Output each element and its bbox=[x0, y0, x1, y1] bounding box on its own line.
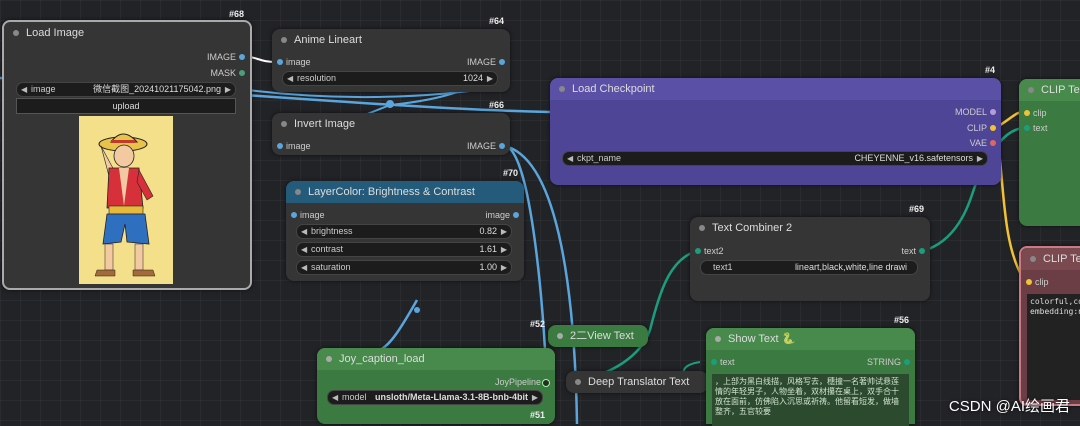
upload-button[interactable]: upload bbox=[16, 98, 236, 114]
load-image-node[interactable]: #68 Load Image IMAGE MASK ◀ image 微信截图_2… bbox=[2, 9, 252, 290]
model-select[interactable]: ◀ model unsloth/Meta-Llama-3.1-8B-bnb-4b… bbox=[327, 390, 543, 405]
node-title[interactable]: Load Checkpoint bbox=[550, 78, 1001, 100]
joy-caption-load-node[interactable]: Joy_caption_load JoyPipeline ◀ model uns… bbox=[317, 348, 555, 424]
output-image[interactable]: image bbox=[485, 210, 519, 220]
input-text2[interactable]: text2 bbox=[695, 246, 724, 256]
node-title[interactable]: Load Image bbox=[4, 22, 250, 44]
output-text[interactable]: text bbox=[901, 246, 925, 256]
arrow-left-icon[interactable]: ◀ bbox=[21, 83, 27, 96]
input-clip[interactable]: clip bbox=[1024, 108, 1047, 118]
collapse-dot-icon[interactable] bbox=[1030, 256, 1036, 262]
collapse-dot-icon[interactable] bbox=[13, 30, 19, 36]
collapse-dot-icon[interactable] bbox=[575, 379, 581, 385]
node-title[interactable]: Joy_caption_load bbox=[317, 348, 555, 370]
node-id: #64 bbox=[488, 16, 504, 26]
input-image[interactable]: image bbox=[291, 210, 325, 220]
output-vae[interactable]: VAE bbox=[970, 138, 996, 148]
arrow-right-icon[interactable]: ▶ bbox=[501, 225, 507, 238]
node-title[interactable]: Anime Lineart bbox=[272, 29, 510, 51]
collapse-dot-icon[interactable] bbox=[557, 333, 563, 339]
contrast-widget[interactable]: ◀ contrast 1.61 ▶ bbox=[296, 242, 512, 257]
collapse-dot-icon[interactable] bbox=[281, 37, 287, 43]
arrow-left-icon[interactable]: ◀ bbox=[301, 225, 307, 238]
output-clip[interactable]: CLIP bbox=[967, 123, 996, 133]
collapse-dot-icon[interactable] bbox=[699, 225, 705, 231]
node-title[interactable]: Show Text 🐍 bbox=[706, 328, 915, 350]
output-image[interactable]: IMAGE bbox=[467, 141, 505, 151]
collapse-dot-icon[interactable] bbox=[1028, 87, 1034, 93]
arrow-right-icon[interactable]: ▶ bbox=[501, 261, 507, 274]
output-joypipeline[interactable]: JoyPipeline bbox=[495, 377, 550, 387]
image-select[interactable]: ◀ image 微信截图_20241021175042.png ▶ bbox=[16, 82, 236, 97]
node-title[interactable]: CLIP Te bbox=[1019, 79, 1080, 101]
node-title[interactable]: LayerColor: Brightness & Contrast bbox=[286, 181, 524, 203]
node-title[interactable]: Text Combiner 2 bbox=[690, 217, 930, 239]
image-preview bbox=[79, 116, 173, 284]
input-image[interactable]: image bbox=[277, 141, 311, 151]
prompt-textarea[interactable]: colorful,co embedding:n bbox=[1027, 294, 1080, 400]
arrow-left-icon[interactable]: ◀ bbox=[567, 152, 573, 165]
saturation-widget[interactable]: ◀ saturation 1.00 ▶ bbox=[296, 260, 512, 275]
arrow-right-icon[interactable]: ▶ bbox=[532, 391, 538, 404]
node-id: #66 bbox=[488, 100, 504, 110]
output-mask[interactable]: MASK bbox=[210, 68, 245, 78]
collapse-dot-icon[interactable] bbox=[295, 189, 301, 195]
output-model[interactable]: MODEL bbox=[955, 107, 996, 117]
input-image[interactable]: image bbox=[277, 57, 311, 67]
layer-color-node[interactable]: #70 LayerColor: Brightness & Contrast im… bbox=[286, 168, 524, 281]
collapse-dot-icon[interactable] bbox=[559, 86, 565, 92]
ckpt-name-select[interactable]: ◀ ckpt_name CHEYENNE_v16.safetensors ▶ bbox=[562, 151, 988, 166]
collapse-dot-icon[interactable] bbox=[715, 336, 721, 342]
output-image[interactable]: IMAGE bbox=[467, 57, 505, 67]
show-text-node[interactable]: #56 Show Text 🐍 text STRING ，上部为黑白线描，风格写… bbox=[706, 315, 915, 426]
input-clip[interactable]: clip bbox=[1026, 277, 1049, 287]
node-id: #68 bbox=[228, 9, 244, 19]
load-checkpoint-node[interactable]: #4 Load Checkpoint MODEL CLIP VAE ◀ ckpt… bbox=[550, 65, 1001, 185]
text1-field[interactable]: text1 lineart,black,white,line drawi bbox=[700, 260, 918, 275]
arrow-right-icon[interactable]: ▶ bbox=[225, 83, 231, 96]
output-string[interactable]: STRING bbox=[867, 357, 910, 367]
output-image[interactable]: IMAGE bbox=[207, 52, 245, 62]
arrow-right-icon[interactable]: ▶ bbox=[487, 72, 493, 85]
node-id: #51 bbox=[529, 410, 545, 420]
arrow-left-icon[interactable]: ◀ bbox=[287, 72, 293, 85]
view-text-node[interactable]: #52 2二View Text bbox=[530, 319, 648, 347]
anime-lineart-node[interactable]: #64 Anime Lineart image IMAGE ◀ resoluti… bbox=[272, 16, 510, 92]
output-textarea[interactable]: ，上部为黑白线描，风格写去，穗撞一名著帅试悬莲情的年轻男子，人物坐着，双材攥在桌… bbox=[712, 374, 909, 426]
arrow-left-icon[interactable]: ◀ bbox=[301, 243, 307, 256]
text-combiner-node[interactable]: #69 Text Combiner 2 text2 text text1 lin… bbox=[690, 204, 930, 301]
input-text[interactable]: text bbox=[1024, 123, 1048, 133]
collapse-dot-icon[interactable] bbox=[326, 356, 332, 362]
node-id: #70 bbox=[502, 168, 518, 178]
invert-image-node[interactable]: #66 Invert Image image IMAGE bbox=[272, 100, 510, 155]
node-id: #4 bbox=[984, 65, 995, 75]
node-id: #56 bbox=[893, 315, 909, 325]
arrow-left-icon[interactable]: ◀ bbox=[301, 261, 307, 274]
brightness-widget[interactable]: ◀ brightness 0.82 ▶ bbox=[296, 224, 512, 239]
arrow-left-icon[interactable]: ◀ bbox=[332, 391, 338, 404]
collapse-dot-icon[interactable] bbox=[281, 121, 287, 127]
clip-text-encode-bottom-node[interactable]: CLIP Te clip colorful,co embedding:n bbox=[1019, 246, 1080, 406]
clip-text-encode-top-node[interactable]: CLIP Te clip text bbox=[1019, 79, 1080, 226]
watermark: CSDN @AI绘画君 bbox=[948, 398, 1070, 415]
resolution-widget[interactable]: ◀ resolution 1024 ▶ bbox=[282, 71, 498, 86]
node-id: #52 bbox=[530, 319, 546, 329]
node-id: #69 bbox=[908, 204, 924, 214]
deep-translator-node[interactable]: Deep Translator Text bbox=[566, 371, 708, 393]
node-title[interactable]: Invert Image bbox=[272, 113, 510, 135]
arrow-right-icon[interactable]: ▶ bbox=[501, 243, 507, 256]
arrow-right-icon[interactable]: ▶ bbox=[977, 152, 983, 165]
character-illustration bbox=[94, 133, 156, 277]
node-title[interactable]: CLIP Te bbox=[1021, 248, 1080, 270]
input-text[interactable]: text bbox=[711, 357, 735, 367]
